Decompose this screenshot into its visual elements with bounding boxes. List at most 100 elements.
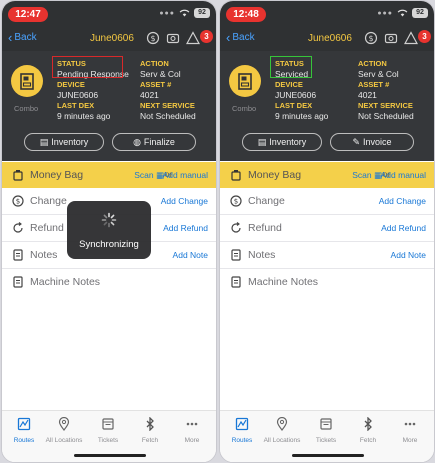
last-dex-label: LAST DEX [275, 101, 313, 110]
home-indicator [74, 454, 146, 457]
tab-label: More [184, 437, 200, 444]
add-note-button[interactable]: Add Note [173, 250, 208, 260]
chevron-left-icon: ‹ [8, 29, 13, 45]
camera-icon[interactable] [384, 31, 398, 45]
change-row: $ Change Add Change [220, 188, 434, 215]
tab-fetch[interactable]: Fetch [348, 416, 388, 444]
next-service-value: Not Scheduled [140, 111, 196, 121]
asset-value: 4021 [358, 90, 377, 100]
svg-text:$: $ [368, 34, 373, 43]
status-time: 12:48 [226, 7, 266, 22]
add-refund-button[interactable]: Add Refund [163, 223, 208, 233]
system-icons: ●●● 92 [377, 8, 428, 18]
device-label: DEVICE [275, 80, 303, 89]
add-manual-button[interactable]: Add manual [381, 170, 426, 180]
next-service-value: Not Scheduled [358, 111, 414, 121]
scan-button[interactable]: Scan ▦ [352, 170, 382, 181]
machine-header: Combo STATUS Pending Response DEVICE JUN… [2, 51, 216, 161]
alert-badge: 3 [418, 30, 431, 43]
tab-tickets[interactable]: Tickets [88, 417, 128, 444]
inventory-button[interactable]: ▤ Inventory [242, 133, 322, 151]
tab-more[interactable]: More [390, 417, 430, 444]
sync-label: Synchronizing [79, 239, 139, 250]
alert-icon[interactable] [186, 31, 200, 45]
money-bag-row: Money Bag Scan ▦ or Add manual [220, 162, 434, 188]
machine-note-icon [231, 276, 241, 288]
add-manual-button[interactable]: Add manual [163, 170, 208, 180]
inventory-label: Inventory [51, 137, 89, 147]
refund-icon [231, 222, 241, 233]
device-label: DEVICE [57, 80, 85, 89]
svg-text:$: $ [150, 34, 155, 43]
invoice-icon: ✎ [352, 137, 360, 147]
action-label: ACTION [140, 59, 169, 68]
alert-icon[interactable] [404, 31, 418, 45]
change-label: Change [248, 195, 285, 207]
invoice-button[interactable]: ✎ Invoice [330, 133, 414, 151]
status-highlight-box [270, 56, 312, 78]
dollar-icon[interactable]: $ [364, 31, 378, 45]
machine-note-icon [13, 276, 23, 288]
info-right-column: ACTION Serv & Col ASSET # 4021 NEXT SERV… [358, 59, 414, 122]
info-right-column: ACTION Serv & Col ASSET # 4021 NEXT SERV… [140, 59, 196, 122]
ticket-icon [102, 418, 114, 430]
tab-routes[interactable]: Routes [222, 417, 262, 444]
money-bag-row: Money Bag Scan ▦ or Add manual [2, 162, 216, 188]
more-icon [186, 422, 198, 426]
money-bag-label: Money Bag [248, 169, 302, 181]
back-button[interactable]: ‹ Back [226, 29, 255, 45]
add-refund-button[interactable]: Add Refund [381, 223, 426, 233]
inventory-button[interactable]: ▤ Inventory [24, 133, 104, 151]
phone-right: 12:48 ●●● 92 ‹ Back June0606 $ 3 Combo ST… [219, 0, 435, 463]
routes-icon [235, 417, 249, 431]
more-icon [404, 422, 416, 426]
nav-bar: ‹ Back June0606 $ 3 [2, 27, 216, 51]
notes-label: Notes [30, 249, 58, 261]
dollar-icon[interactable]: $ [146, 31, 160, 45]
back-label: Back [14, 32, 37, 43]
tab-bar: Routes All Locations Tickets Fetch More [220, 410, 434, 462]
nav-title: June0606 [90, 33, 134, 44]
tab-label: Routes [231, 437, 253, 444]
money-bag-icon [13, 170, 23, 181]
signal-icon: ●●● [377, 9, 393, 17]
add-change-button[interactable]: Add Change [379, 196, 426, 206]
last-dex-label: LAST DEX [57, 101, 95, 110]
alert-badge: 3 [200, 30, 213, 43]
machine-header: Combo STATUS Serviced DEVICE JUNE0606 LA… [220, 51, 434, 161]
machine-notes-label: Machine Notes [30, 276, 101, 288]
invoice-label: Invoice [363, 137, 392, 147]
chevron-left-icon: ‹ [226, 29, 231, 45]
tab-fetch[interactable]: Fetch [130, 416, 170, 444]
wifi-icon [179, 9, 190, 17]
tab-label: Fetch [141, 437, 159, 444]
add-change-button[interactable]: Add Change [161, 196, 208, 206]
tab-label: Tickets [97, 437, 119, 444]
machine-notes-row: Machine Notes [220, 269, 434, 296]
finalize-button[interactable]: ◍ Finalize [112, 133, 196, 151]
next-service-label: NEXT SERVICE [140, 101, 195, 110]
refund-row: Refund Add Refund [220, 215, 434, 242]
scan-button[interactable]: Scan ▦ [134, 170, 164, 181]
tab-all-locations[interactable]: All Locations [262, 416, 302, 444]
camera-icon[interactable] [166, 31, 180, 45]
location-pin-icon [276, 416, 288, 431]
tab-tickets[interactable]: Tickets [306, 417, 346, 444]
tab-all-locations[interactable]: All Locations [44, 416, 84, 444]
add-note-button[interactable]: Add Note [391, 250, 426, 260]
tab-more[interactable]: More [172, 417, 212, 444]
device-value: JUNE0606 [57, 90, 99, 100]
back-button[interactable]: ‹ Back [8, 29, 37, 45]
last-dex-value: 9 minutes ago [275, 111, 329, 121]
svg-text:$: $ [234, 198, 238, 206]
scan-label: Scan [134, 170, 154, 180]
change-label: Change [30, 195, 67, 207]
tab-routes[interactable]: Routes [4, 417, 44, 444]
refund-label: Refund [30, 222, 64, 234]
device-value: JUNE0606 [275, 90, 317, 100]
tab-label: Routes [13, 437, 35, 444]
back-label: Back [232, 32, 255, 43]
next-service-label: NEXT SERVICE [358, 101, 413, 110]
bluetooth-icon [146, 416, 154, 432]
system-icons: ●●● 92 [159, 8, 210, 18]
